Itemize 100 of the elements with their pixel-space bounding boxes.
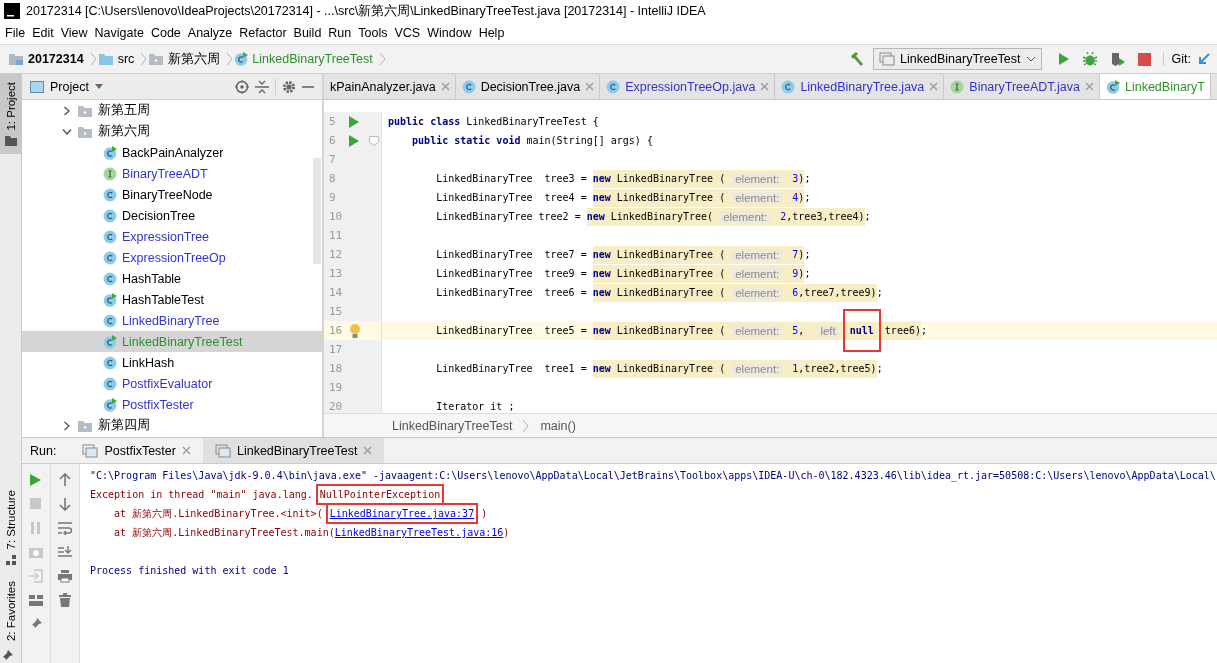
code-token: 5 <box>791 325 799 336</box>
folder-icon <box>77 418 93 433</box>
locate-icon[interactable] <box>235 79 249 94</box>
menu-item[interactable]: Help <box>475 26 509 40</box>
close-icon[interactable] <box>363 446 373 455</box>
chevron-right-icon[interactable] <box>64 420 70 431</box>
trash-icon[interactable] <box>58 593 72 607</box>
breadcrumb[interactable]: 20172314 <box>8 52 84 66</box>
camera-icon[interactable] <box>29 545 43 559</box>
layout-icon[interactable] <box>29 593 43 607</box>
code-token: ; <box>876 287 883 298</box>
tree-item[interactable]: LinkHash <box>22 352 322 373</box>
folder-icon <box>77 103 93 118</box>
close-icon[interactable] <box>181 446 191 455</box>
breadcrumb[interactable]: LinkedBinaryTreeTest <box>392 418 513 433</box>
stop-icon[interactable] <box>1137 52 1151 66</box>
menu-item[interactable]: View <box>57 26 92 40</box>
soft-wrap-icon[interactable] <box>58 521 72 535</box>
run-icon[interactable] <box>1057 52 1070 66</box>
update-arrow-icon[interactable] <box>1197 52 1211 66</box>
arrow-up-icon[interactable] <box>58 473 72 487</box>
run-tab[interactable]: LinkedBinaryTreeTest <box>202 438 385 463</box>
tree-item[interactable]: BinaryTreeADT <box>22 163 322 184</box>
chevron-right-icon <box>378 52 387 66</box>
close-icon[interactable] <box>1085 82 1094 91</box>
lightbulb-icon[interactable] <box>349 322 361 339</box>
tree-item[interactable]: DecisionTree <box>22 205 322 226</box>
tree-item[interactable]: ExpressionTree <box>22 226 322 247</box>
run-tab[interactable]: PostfixTester <box>70 438 203 463</box>
code-token: ,tree2,tree5) <box>798 363 877 374</box>
menu-item[interactable]: Code <box>147 26 185 40</box>
run-icon[interactable] <box>349 115 359 128</box>
tree-item[interactable]: LinkedBinaryTree <box>22 310 322 331</box>
chevron-right-icon <box>140 52 149 66</box>
tree-item[interactable]: 新第六周 <box>22 121 322 142</box>
coverage-run-icon[interactable] <box>1109 51 1126 67</box>
hammer-icon[interactable] <box>849 51 866 67</box>
tree-item[interactable]: ExpressionTreeOp <box>22 247 322 268</box>
bug-icon[interactable] <box>1081 51 1098 67</box>
breadcrumb[interactable]: 新第六周 <box>148 50 221 68</box>
close-icon[interactable] <box>760 82 770 91</box>
code-token: 2 <box>779 211 787 222</box>
settings-icon[interactable] <box>282 79 296 94</box>
close-icon[interactable] <box>440 82 450 91</box>
menu-item[interactable]: Edit <box>29 26 58 40</box>
code-token: LinkedBinaryTree tree2 = <box>435 211 582 222</box>
line-number: 7 <box>328 153 337 166</box>
menu-item[interactable]: Run <box>325 26 356 40</box>
editor-tab[interactable]: BinaryTreeADT.java <box>944 74 1100 99</box>
tree-item[interactable]: 新第五周 <box>22 100 322 121</box>
module-folder-icon <box>8 52 24 66</box>
side-tab[interactable]: 1: Project <box>0 74 21 154</box>
tree-item[interactable]: BinaryTreeNode <box>22 184 322 205</box>
print-icon[interactable] <box>58 569 72 583</box>
run-config-dropdown[interactable]: LinkedBinaryTreeTest <box>873 48 1042 70</box>
side-tab[interactable]: 2: Favorites <box>0 572 21 649</box>
breadcrumb[interactable]: LinkedBinaryTreeTest <box>234 52 373 66</box>
console-link[interactable]: LinkedBinaryTree.java:37 <box>325 503 479 524</box>
fold-icon[interactable] <box>369 135 379 146</box>
scroll-to-end-icon[interactable] <box>58 545 72 559</box>
menu-item[interactable]: Tools <box>355 26 392 40</box>
line-number: 14 <box>328 286 344 299</box>
code-token: ; <box>804 249 811 260</box>
scrollbar-thumb[interactable] <box>313 158 321 264</box>
menu-item[interactable]: Navigate <box>91 26 148 40</box>
chevron-down-icon[interactable] <box>62 128 72 135</box>
editor-tab[interactable]: ExpressionTreeOp.java <box>600 74 776 99</box>
close-icon[interactable] <box>929 82 939 91</box>
menu-item[interactable]: Build <box>290 26 326 40</box>
line-number: 20 <box>328 400 344 413</box>
tree-item[interactable]: HashTable <box>22 268 322 289</box>
code-token: ) <box>798 173 805 184</box>
console-link[interactable]: LinkedBinaryTreeTest.java:16 <box>334 527 504 538</box>
menu-item[interactable]: Refactor <box>236 26 291 40</box>
tree-item[interactable]: BackPainAnalyzer <box>22 142 322 163</box>
breadcrumb[interactable]: main() <box>540 418 576 433</box>
editor-tab[interactable]: LinkedBinaryTree.java <box>775 74 945 99</box>
chevron-right-icon[interactable] <box>64 105 70 116</box>
collapse-all-icon[interactable] <box>255 79 269 94</box>
menu-item[interactable]: Window <box>424 26 476 40</box>
editor-tab[interactable]: kPainAnalyzer.java <box>324 74 456 99</box>
tree-item[interactable]: PostfixTester <box>22 394 322 415</box>
folder-icon <box>77 124 93 139</box>
parameter-hint: element: <box>732 324 783 337</box>
tree-item[interactable]: PostfixEvaluator <box>22 373 322 394</box>
arrow-down-icon[interactable] <box>58 497 72 511</box>
tree-item[interactable]: HashTableTest <box>22 289 322 310</box>
side-tab[interactable]: 7: Structure <box>0 482 21 573</box>
code-token: ; <box>864 211 871 222</box>
tree-item[interactable]: 新第四周 <box>22 415 322 436</box>
rerun-icon[interactable] <box>29 473 43 487</box>
panel-icon <box>30 80 44 93</box>
close-icon[interactable] <box>585 82 595 91</box>
editor-tab[interactable]: LinkedBinaryT <box>1100 74 1211 99</box>
editor-tab[interactable]: DecisionTree.java <box>455 74 601 99</box>
menu-item[interactable]: VCS <box>391 26 425 40</box>
menu-item[interactable]: File <box>2 26 30 40</box>
breadcrumb[interactable]: src <box>97 52 135 66</box>
menu-item[interactable]: Analyze <box>184 26 237 40</box>
run-icon[interactable] <box>349 134 359 147</box>
